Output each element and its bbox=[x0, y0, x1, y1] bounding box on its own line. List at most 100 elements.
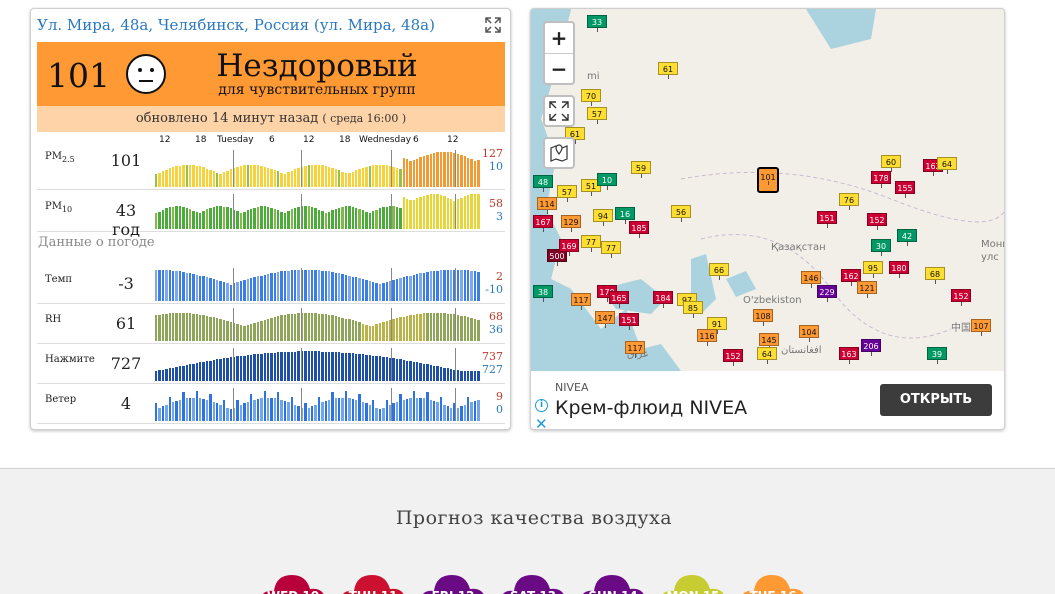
station-marker[interactable]: 70 bbox=[581, 89, 601, 106]
station-title-link[interactable]: Ул. Мира, 48а, Челябинск, Россия (ул. Ми… bbox=[37, 16, 435, 34]
station-marker[interactable]: 167 bbox=[533, 215, 553, 232]
station-marker[interactable]: 16 bbox=[615, 207, 635, 224]
forecast-day-cloud[interactable]: SUN 14 bbox=[578, 565, 648, 594]
station-marker[interactable]: 33 bbox=[587, 15, 607, 32]
map-layers-button[interactable] bbox=[543, 137, 575, 169]
sparkline-bar bbox=[375, 209, 378, 229]
station-marker[interactable]: 169 bbox=[559, 239, 579, 256]
sparkline-bar bbox=[266, 206, 270, 229]
forecast-day-cloud[interactable]: SAT 13 bbox=[498, 565, 568, 594]
station-marker[interactable]: 206 bbox=[861, 339, 881, 356]
sparkline-bar bbox=[466, 157, 470, 187]
sparkline-bar bbox=[365, 166, 368, 187]
forecast-day-cloud[interactable]: FRI 12 bbox=[418, 565, 488, 594]
sparkline-bar bbox=[470, 159, 473, 187]
forecast-day-cloud[interactable]: MON 15 bbox=[658, 565, 728, 594]
station-marker[interactable]: 77 bbox=[581, 235, 601, 252]
station-marker[interactable]: 56 bbox=[671, 205, 691, 222]
station-marker[interactable]: 163 bbox=[839, 347, 859, 364]
forecast-day-cloud[interactable]: WED 10 bbox=[258, 565, 328, 594]
station-marker[interactable]: 151 bbox=[817, 211, 837, 228]
ad-headline[interactable]: Крем-флюид NIVEA bbox=[555, 397, 747, 419]
forecast-day-cloud[interactable]: THU 11 bbox=[338, 565, 408, 594]
station-marker[interactable]: 68 bbox=[925, 267, 945, 284]
ad-banner[interactable]: i ✕ NIVEA Крем-флюид NIVEA ОТКРЫТЬ bbox=[531, 371, 1004, 429]
sparkline-bar bbox=[327, 351, 331, 381]
station-marker[interactable]: 184 bbox=[653, 291, 673, 308]
ad-info-icon[interactable]: i bbox=[535, 399, 548, 412]
station-marker[interactable]: 152 bbox=[951, 289, 971, 306]
station-marker[interactable]: 152 bbox=[867, 213, 887, 230]
station-marker[interactable]: 107 bbox=[971, 319, 991, 336]
sparkline-bar bbox=[199, 166, 202, 187]
forecast-day-label: SUN 14 bbox=[578, 589, 648, 594]
sparkline-bar bbox=[358, 322, 361, 341]
station-marker[interactable]: 10 bbox=[597, 173, 617, 190]
station-marker[interactable]: 64 bbox=[937, 157, 957, 174]
fullscreen-button[interactable] bbox=[543, 95, 575, 127]
ad-open-button[interactable]: ОТКРЫТЬ bbox=[880, 384, 992, 416]
aqi-map[interactable]: Қазақстан O'zbekiston Монг улс افغانستان… bbox=[531, 9, 1004, 371]
row-min: 3 bbox=[496, 210, 503, 223]
station-marker[interactable]: 30 bbox=[871, 239, 891, 256]
station-marker[interactable]: 64 bbox=[757, 347, 777, 364]
zoom-in-button[interactable]: + bbox=[545, 23, 573, 53]
station-marker[interactable]: 61 bbox=[658, 62, 678, 79]
station-marker[interactable]: 185 bbox=[629, 221, 649, 238]
station-marker[interactable]: 114 bbox=[537, 197, 557, 214]
sparkline-bar bbox=[195, 363, 199, 381]
row-min: 36 bbox=[489, 323, 503, 336]
station-marker[interactable]: 95 bbox=[863, 261, 883, 278]
updated-bar: обновлено 14 минут назад ( среда 16:00 ) bbox=[37, 106, 505, 132]
station-marker[interactable]: 85 bbox=[683, 301, 703, 318]
station-marker[interactable]: 152 bbox=[723, 349, 743, 366]
station-marker[interactable]: 117 bbox=[571, 293, 591, 310]
station-marker[interactable]: 77 bbox=[601, 241, 621, 258]
expand-icon[interactable] bbox=[484, 16, 502, 34]
aqi-value: 101 bbox=[47, 56, 110, 95]
station-marker[interactable]: 147 bbox=[595, 311, 615, 328]
sparkline-bar bbox=[382, 322, 385, 341]
sparkline-bar bbox=[341, 274, 344, 301]
sparkline-bar bbox=[171, 313, 175, 341]
station-marker[interactable]: 116 bbox=[697, 329, 717, 346]
station-marker[interactable]: 151 bbox=[619, 313, 639, 330]
station-marker[interactable]: 129 bbox=[561, 215, 581, 232]
station-marker[interactable]: 59 bbox=[631, 161, 651, 178]
row-min: -10 bbox=[485, 283, 503, 296]
sparkline-bar bbox=[283, 314, 287, 341]
station-marker[interactable]: 39 bbox=[927, 347, 947, 364]
station-marker[interactable]: 66 bbox=[709, 263, 729, 280]
forecast-day-cloud[interactable]: TUE 16 bbox=[738, 565, 808, 594]
station-marker[interactable]: 42 bbox=[897, 229, 917, 246]
station-marker[interactable]: 229 bbox=[817, 285, 837, 302]
station-marker[interactable]: 94 bbox=[593, 209, 613, 226]
station-marker[interactable]: 57 bbox=[557, 185, 577, 202]
sparkline-bar bbox=[463, 270, 466, 301]
station-marker[interactable]: 145 bbox=[759, 333, 779, 350]
station-marker[interactable]: 48 bbox=[533, 175, 553, 192]
station-marker[interactable]: 57 bbox=[587, 107, 607, 124]
station-marker[interactable]: 38 bbox=[533, 285, 553, 302]
station-marker[interactable]: 121 bbox=[857, 281, 877, 298]
station-marker[interactable]: 108 bbox=[753, 309, 773, 326]
sparkline-bar bbox=[202, 361, 205, 381]
station-marker[interactable]: 60 bbox=[881, 155, 901, 172]
zoom-out-button[interactable]: − bbox=[545, 53, 573, 83]
forecast-day-label: THU 11 bbox=[338, 589, 408, 594]
station-marker[interactable]: 155 bbox=[895, 181, 915, 198]
station-marker[interactable]: 76 bbox=[839, 193, 859, 210]
sparkline-bar bbox=[175, 271, 178, 301]
sparkline-bar bbox=[263, 274, 266, 301]
station-marker[interactable]: 180 bbox=[889, 261, 909, 278]
station-marker[interactable]: 146 bbox=[801, 271, 821, 288]
station-marker[interactable]: 165 bbox=[609, 291, 629, 308]
station-marker[interactable]: 178 bbox=[871, 171, 891, 188]
selected-station-marker[interactable]: 101 bbox=[757, 167, 779, 193]
sparkline-bar bbox=[287, 401, 290, 421]
ad-close-icon[interactable]: ✕ bbox=[535, 415, 548, 429]
station-marker[interactable]: 117 bbox=[625, 341, 645, 358]
station-marker[interactable]: 104 bbox=[799, 325, 819, 342]
sparkline-bar bbox=[256, 398, 260, 421]
sparkline-bar bbox=[226, 207, 229, 229]
